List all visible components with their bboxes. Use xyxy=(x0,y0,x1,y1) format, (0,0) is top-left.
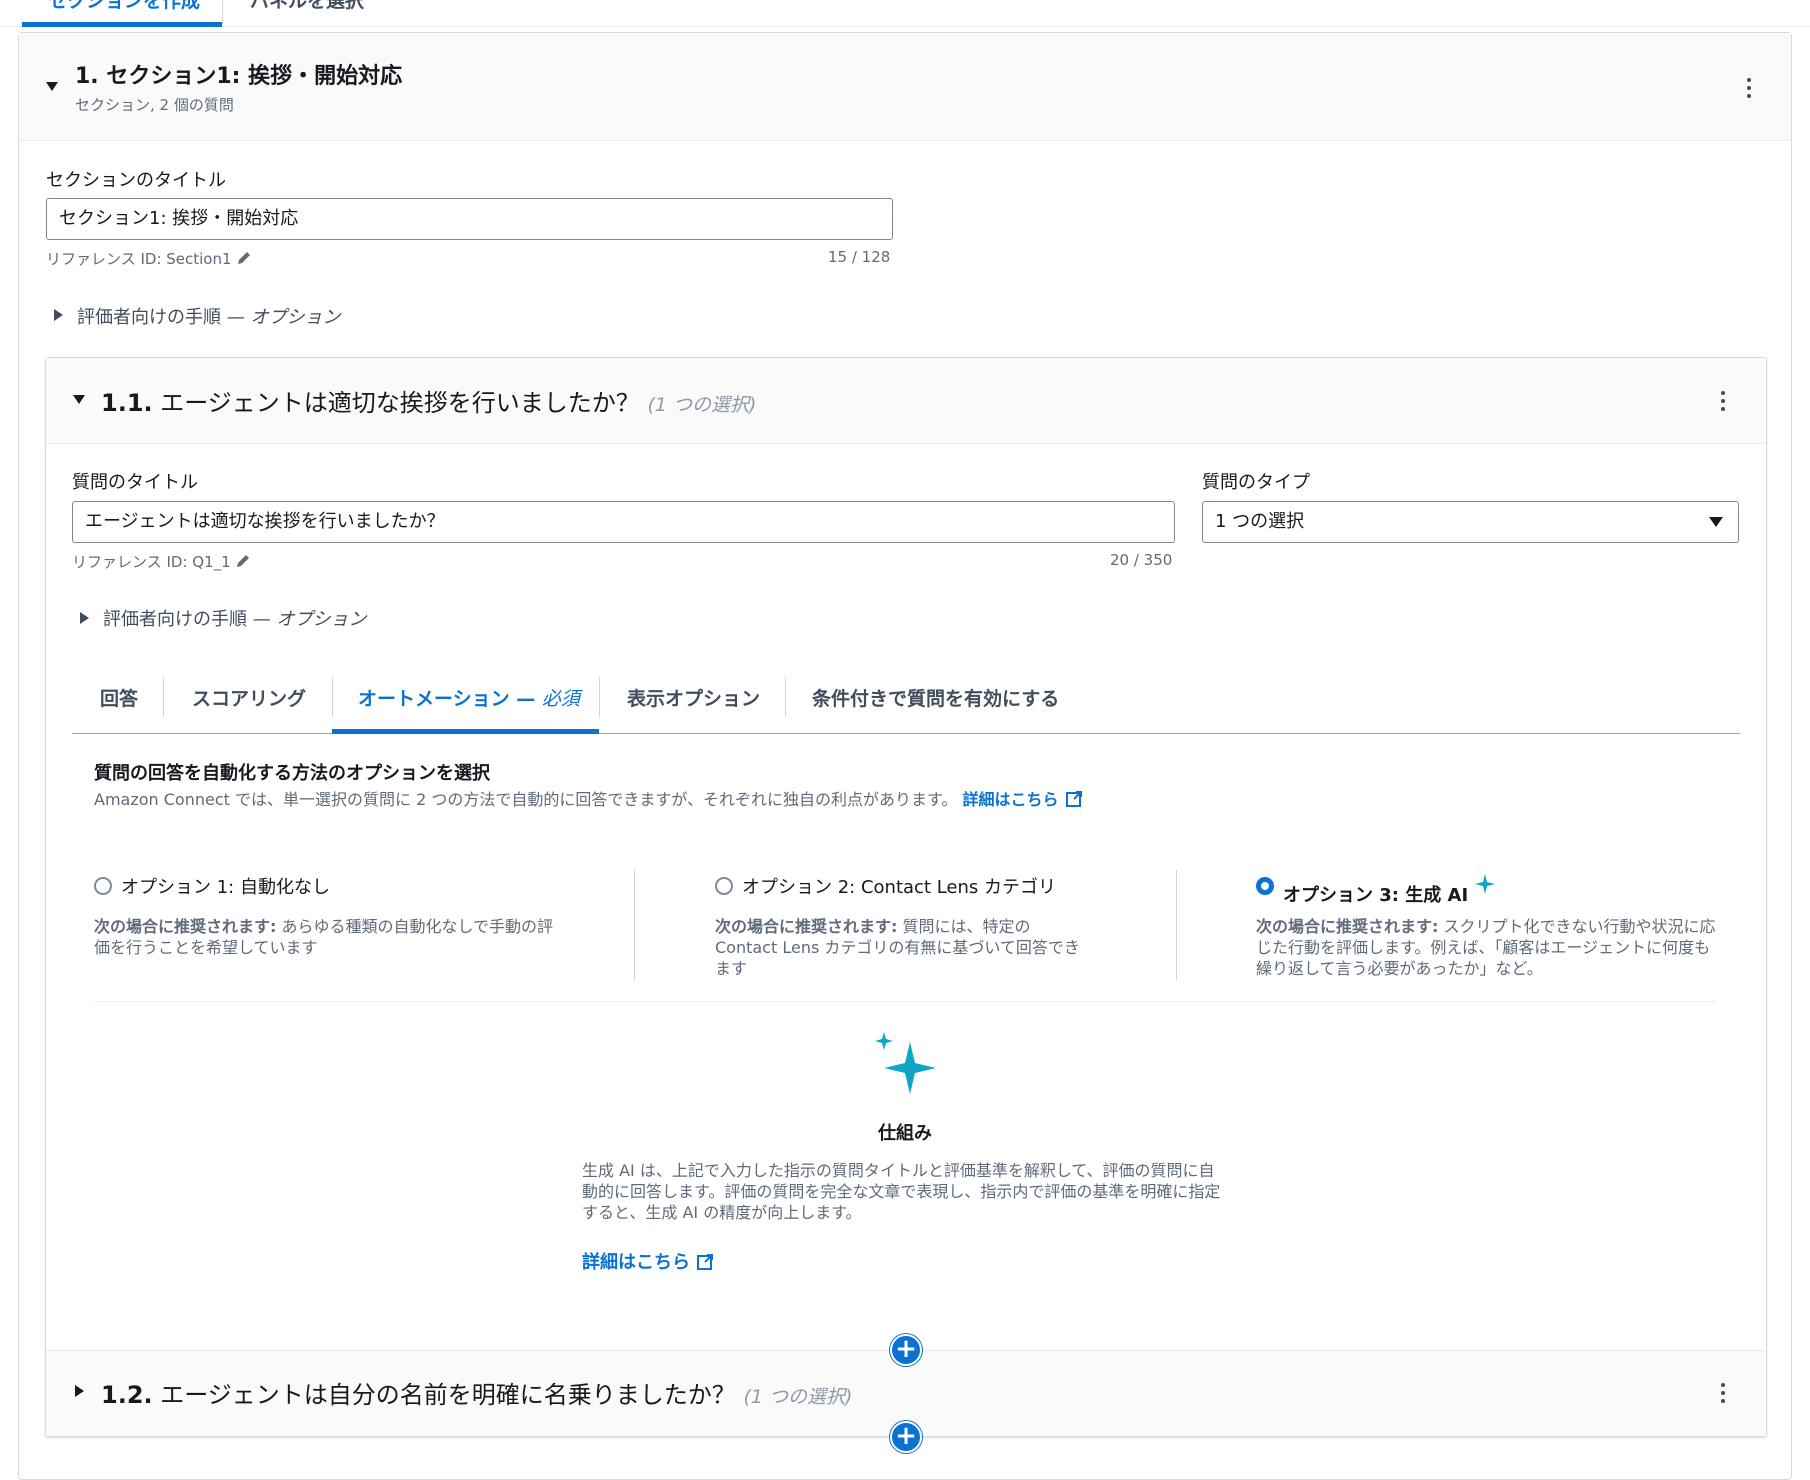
section-more-actions-icon[interactable] xyxy=(1746,78,1752,102)
question-title-text: エージェントは自分の名前を明確に名乗りましたか？ xyxy=(160,1381,736,1409)
section-title-label: セクションのタイトル xyxy=(46,170,226,191)
tab-automation-label: オートメーション — xyxy=(358,688,536,710)
question-title-input[interactable]: エージェントは適切な挨拶を行いましたか？ xyxy=(72,501,1175,543)
top-tab-separator xyxy=(222,0,223,24)
section-title-char-count: 15 / 128 xyxy=(828,248,891,266)
recommended-prefix: 次の場合に推奨されます: xyxy=(94,917,277,936)
tab-scoring[interactable]: スコアリング xyxy=(192,684,306,711)
sparkle-icon xyxy=(875,1032,936,1094)
tabs-divider xyxy=(72,733,1740,734)
tab-conditional-enable[interactable]: 条件付きで質問を有効にする xyxy=(812,684,1059,711)
option-3-radio[interactable] xyxy=(1256,877,1274,895)
question-number: 1.2. xyxy=(101,1381,153,1409)
top-tabs-divider xyxy=(0,26,1810,27)
question-title-text: エージェントは適切な挨拶を行いましたか？ xyxy=(160,389,640,417)
automation-description: Amazon Connect では、単一選択の質問に 2 つの方法で自動的に回答… xyxy=(94,786,1083,810)
option-1-title[interactable]: オプション 1: 自動化なし xyxy=(121,873,330,899)
tab-display-options[interactable]: 表示オプション xyxy=(627,684,760,711)
option-3-description: 次の場合に推奨されます: スクリプト化できない行動や状況に応じた行動を評価します… xyxy=(1256,916,1726,979)
option-2-radio[interactable] xyxy=(715,877,733,895)
question-reference-id-text: リファレンス ID: Q1_1 xyxy=(72,553,231,571)
question-collapse-caret-icon[interactable] xyxy=(73,395,85,404)
how-it-works-title: 仕組み xyxy=(878,1123,932,1144)
tab-separator xyxy=(163,677,164,717)
top-tab-create-section[interactable]: セクションを作成 xyxy=(48,0,200,13)
automation-description-text: Amazon Connect では、単一選択の質問に 2 つの方法で自動的に回答… xyxy=(94,790,958,809)
question-title-char-count: 20 / 350 xyxy=(1110,551,1173,569)
pencil-icon[interactable] xyxy=(236,250,252,266)
expand-caret-icon[interactable] xyxy=(75,1385,84,1397)
how-learn-more-link[interactable]: 詳細はこちら xyxy=(582,1248,714,1274)
tab-automation-required: 必須 xyxy=(541,688,580,710)
question-type-value: 1 つの選択 xyxy=(1215,511,1305,532)
collapse-caret-icon[interactable] xyxy=(46,82,58,91)
section-instructions-toggle[interactable]: 評価者向けの手順 — オプション xyxy=(77,303,340,329)
question-type-label: 質問のタイプ xyxy=(1202,472,1310,493)
question-type-hint: (1 つの選択) xyxy=(647,394,757,416)
question-2-title: 1.2. エージェントは自分の名前を明確に名乗りましたか？ (1 つの選択) xyxy=(101,1375,852,1410)
question-2-more-actions-icon[interactable] xyxy=(1720,1383,1726,1407)
tab-answers[interactable]: 回答 xyxy=(100,684,138,711)
option-separator xyxy=(1176,870,1177,980)
expand-caret-icon[interactable] xyxy=(80,612,89,624)
how-it-works-description: 生成 AI は、上記で入力した指示の質問タイトルと評価基準を解釈して、評価の質問… xyxy=(582,1161,1221,1222)
option-separator xyxy=(634,870,635,980)
question-type-select[interactable]: 1 つの選択 xyxy=(1202,501,1739,543)
tab-automation[interactable]: オートメーション — 必須 xyxy=(358,684,580,711)
select-dropdown-icon[interactable] xyxy=(1709,517,1723,527)
instructions-label: 評価者向けの手順 — xyxy=(77,307,245,328)
learn-more-link[interactable]: 詳細はこちら xyxy=(963,790,1083,809)
recommended-prefix: 次の場合に推奨されます: xyxy=(1256,917,1439,936)
option-3-title[interactable]: オプション 3: 生成 AI xyxy=(1283,873,1496,907)
options-divider xyxy=(94,1001,1716,1002)
top-tab-active-indicator xyxy=(22,22,222,27)
tab-separator xyxy=(785,677,786,717)
section-title: 1. セクション1: 挨拶・開始対応 xyxy=(75,64,403,89)
tab-separator xyxy=(332,677,333,717)
question-reference-id[interactable]: リファレンス ID: Q1_1 xyxy=(72,551,251,572)
learn-more-label: 詳細はこちら xyxy=(962,790,1059,809)
section-reference-id-text: リファレンス ID: Section1 xyxy=(46,250,232,268)
learn-more-label: 詳細はこちら xyxy=(582,1252,690,1273)
tab-active-indicator xyxy=(332,729,599,734)
question-more-actions-icon[interactable] xyxy=(1720,391,1726,415)
option-1-description: 次の場合に推奨されます: あらゆる種類の自動化なしで手動の評価を行うことを希望し… xyxy=(94,916,569,958)
question-title: 1.1. エージェントは適切な挨拶を行いましたか？ (1 つの選択) xyxy=(101,383,756,418)
tab-separator xyxy=(599,677,600,717)
automation-heading: 質問の回答を自動化する方法のオプションを選択 xyxy=(94,763,490,784)
external-link-icon xyxy=(697,1254,713,1270)
option-2-title[interactable]: オプション 2: Contact Lens カテゴリ xyxy=(742,873,1056,899)
add-question-button[interactable]: + xyxy=(890,1421,922,1453)
question-number: 1.1. xyxy=(101,389,153,417)
add-question-button[interactable]: + xyxy=(890,1334,922,1366)
question-title-label: 質問のタイトル xyxy=(72,472,198,493)
instructions-optional: オプション xyxy=(250,307,341,328)
expand-caret-icon[interactable] xyxy=(54,309,63,321)
section-subtitle: セクション, 2 個の質問 xyxy=(75,96,234,114)
section-title-input[interactable]: セクション1: 挨拶・開始対応 xyxy=(46,198,893,240)
instructions-optional: オプション xyxy=(276,609,367,630)
top-tab-select-panel[interactable]: パネルを選択 xyxy=(250,0,364,13)
section-reference-id[interactable]: リファレンス ID: Section1 xyxy=(46,248,252,269)
question-type-hint: (1 つの選択) xyxy=(743,1386,853,1408)
sparkle-icon xyxy=(1475,874,1496,894)
external-link-icon xyxy=(1065,791,1082,807)
pencil-icon[interactable] xyxy=(235,553,251,569)
option-1-radio[interactable] xyxy=(94,877,112,895)
option-2-description: 次の場合に推奨されます: 質問には、特定の Contact Lens カテゴリの… xyxy=(715,916,1095,979)
recommended-prefix: 次の場合に推奨されます: xyxy=(715,917,898,936)
option-3-title-text: オプション 3: 生成 AI xyxy=(1283,885,1469,906)
instructions-label: 評価者向けの手順 — xyxy=(103,609,271,630)
question-instructions-toggle[interactable]: 評価者向けの手順 — オプション xyxy=(103,605,366,631)
